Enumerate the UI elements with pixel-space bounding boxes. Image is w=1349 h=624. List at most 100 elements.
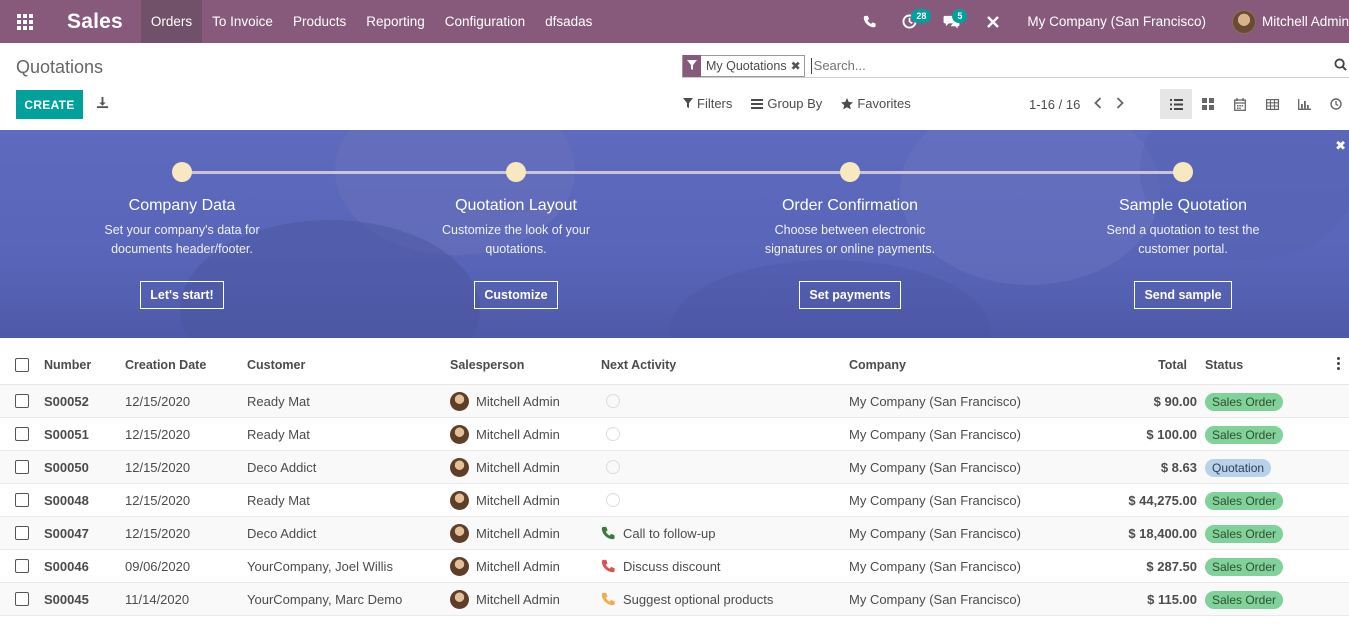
menu-orders[interactable]: Orders bbox=[140, 0, 203, 43]
apps-menu-icon[interactable] bbox=[0, 0, 50, 43]
star-icon bbox=[841, 97, 854, 109]
facet-remove-icon[interactable]: ✖ bbox=[791, 59, 804, 73]
user-name: Mitchell Admin bbox=[1261, 14, 1349, 29]
row-checkbox[interactable] bbox=[15, 460, 29, 474]
menu-to-invoice[interactable]: To Invoice bbox=[202, 0, 283, 43]
pivot-view-icon[interactable] bbox=[1256, 89, 1288, 119]
messages-icon[interactable]: 5 bbox=[930, 0, 973, 43]
clock-icon[interactable] bbox=[606, 493, 620, 507]
column-header-total[interactable]: Total bbox=[1158, 358, 1187, 372]
status-cell: Sales Order bbox=[1205, 524, 1284, 543]
activity-label: Call to follow-up bbox=[623, 525, 716, 541]
row-checkbox[interactable] bbox=[15, 427, 29, 441]
salesperson: Mitchell Admin bbox=[450, 457, 560, 477]
pager-value[interactable]: 1-16 / 16 bbox=[1029, 97, 1080, 112]
customize-button[interactable]: Customize bbox=[474, 281, 558, 309]
avatar bbox=[450, 490, 469, 510]
main-menu: Orders To Invoice Products Reporting Con… bbox=[140, 0, 603, 43]
debug-tools-icon[interactable] bbox=[973, 0, 1013, 43]
avatar bbox=[450, 391, 469, 411]
favorites-label: Favorites bbox=[857, 96, 911, 111]
customer-name: Ready Mat bbox=[247, 492, 310, 508]
customer-name: YourCompany, Marc Demo bbox=[247, 591, 403, 607]
step-title: Company Data bbox=[128, 197, 236, 214]
phone-activity-icon[interactable] bbox=[601, 559, 615, 573]
next-activity bbox=[601, 427, 620, 441]
company-switcher[interactable]: My Company (San Francisco) bbox=[1013, 14, 1220, 29]
table-row[interactable]: S00046 09/06/2020 YourCompany, Joel Will… bbox=[0, 550, 1349, 583]
salesperson: Mitchell Admin bbox=[450, 490, 560, 510]
group-by-label: Group By bbox=[767, 96, 823, 111]
table-row[interactable]: S00051 12/15/2020 Ready Mat Mitchell Adm… bbox=[0, 418, 1349, 451]
banner-close-icon[interactable]: ✖ bbox=[1335, 138, 1346, 154]
phone-activity-icon[interactable] bbox=[601, 526, 615, 540]
salesperson: Mitchell Admin bbox=[450, 391, 560, 411]
row-checkbox[interactable] bbox=[15, 559, 29, 573]
kanban-view-icon[interactable] bbox=[1192, 89, 1224, 119]
top-navbar: Sales Orders To Invoice Products Reporti… bbox=[0, 0, 1349, 43]
table-row[interactable]: S00048 12/15/2020 Ready Mat Mitchell Adm… bbox=[0, 484, 1349, 517]
row-checkbox[interactable] bbox=[15, 394, 29, 408]
clock-icon[interactable] bbox=[606, 394, 620, 408]
step-description: Set your company's data for documents he… bbox=[104, 223, 260, 256]
create-button[interactable]: CREATE bbox=[16, 90, 83, 119]
step-company-data: Company Data Set your company's data for… bbox=[82, 162, 282, 309]
list-view-icon[interactable] bbox=[1160, 89, 1192, 119]
select-all-checkbox[interactable] bbox=[15, 357, 29, 372]
company-name: My Company (San Francisco) bbox=[849, 492, 1021, 508]
pager-next-icon[interactable] bbox=[1116, 96, 1125, 112]
avatar bbox=[1231, 9, 1256, 34]
app-title[interactable]: Sales bbox=[50, 10, 141, 34]
user-menu[interactable]: Mitchell Admin bbox=[1220, 9, 1349, 34]
order-total: $ 18,400.00 bbox=[1128, 525, 1197, 541]
column-header-number[interactable]: Number bbox=[44, 358, 91, 372]
graph-view-icon[interactable] bbox=[1288, 89, 1320, 119]
activity-clock-icon[interactable]: 28 bbox=[889, 0, 932, 43]
search-input[interactable] bbox=[810, 57, 1311, 74]
column-header-customer[interactable]: Customer bbox=[247, 358, 305, 372]
quotations-table: Number Creation Date Customer Salesperso… bbox=[0, 345, 1349, 616]
company-name: My Company (San Francisco) bbox=[849, 591, 1021, 607]
table-row[interactable]: S00050 12/15/2020 Deco Addict Mitchell A… bbox=[0, 451, 1349, 484]
favorites-button[interactable]: Favorites bbox=[841, 96, 911, 111]
row-checkbox[interactable] bbox=[15, 592, 29, 606]
download-icon[interactable] bbox=[96, 96, 109, 112]
next-activity bbox=[601, 493, 620, 507]
view-switcher bbox=[1160, 89, 1349, 119]
row-checkbox[interactable] bbox=[15, 526, 29, 540]
menu-configuration[interactable]: Configuration bbox=[435, 0, 535, 43]
step-sample-quotation: Sample Quotation Send a quotation to tes… bbox=[1083, 162, 1283, 309]
step-description: Choose between electronic signatures or … bbox=[764, 223, 936, 256]
filters-button[interactable]: Filters bbox=[683, 96, 732, 111]
table-row[interactable]: S00052 12/15/2020 Ready Mat Mitchell Adm… bbox=[0, 385, 1349, 418]
phone-activity-icon[interactable] bbox=[601, 592, 615, 606]
calendar-view-icon[interactable] bbox=[1224, 89, 1256, 119]
set-payments-button[interactable]: Set payments bbox=[799, 281, 901, 309]
clock-icon[interactable] bbox=[606, 460, 620, 474]
clock-icon[interactable] bbox=[606, 427, 620, 441]
salesperson-name: Mitchell Admin bbox=[476, 393, 560, 409]
column-header-status[interactable]: Status bbox=[1205, 358, 1243, 372]
search-icon[interactable] bbox=[1334, 58, 1347, 74]
pager-previous-icon[interactable] bbox=[1094, 96, 1102, 112]
send-sample-button[interactable]: Send sample bbox=[1134, 281, 1232, 309]
salesperson-name: Mitchell Admin bbox=[476, 558, 560, 574]
next-activity: Call to follow-up bbox=[601, 526, 716, 541]
column-header-company[interactable]: Company bbox=[849, 358, 906, 372]
company-name: My Company (San Francisco) bbox=[849, 426, 1021, 442]
menu-dfsadas[interactable]: dfsadas bbox=[535, 0, 602, 43]
optional-columns-icon[interactable] bbox=[1337, 357, 1340, 370]
order-total: $ 90.00 bbox=[1153, 393, 1197, 409]
phone-icon[interactable] bbox=[850, 0, 889, 43]
menu-products[interactable]: Products bbox=[283, 0, 356, 43]
column-header-activity[interactable]: Next Activity bbox=[601, 358, 676, 372]
column-header-date[interactable]: Creation Date bbox=[125, 358, 206, 372]
group-by-button[interactable]: Group By bbox=[751, 96, 822, 111]
row-checkbox[interactable] bbox=[15, 493, 29, 507]
table-row[interactable]: S00045 11/14/2020 YourCompany, Marc Demo… bbox=[0, 583, 1349, 616]
column-header-salesperson[interactable]: Salesperson bbox=[450, 358, 524, 372]
menu-reporting[interactable]: Reporting bbox=[356, 0, 435, 43]
activity-view-icon[interactable] bbox=[1320, 89, 1349, 119]
lets-start-button[interactable]: Let's start! bbox=[140, 281, 224, 309]
table-row[interactable]: S00047 12/15/2020 Deco Addict Mitchell A… bbox=[0, 517, 1349, 550]
